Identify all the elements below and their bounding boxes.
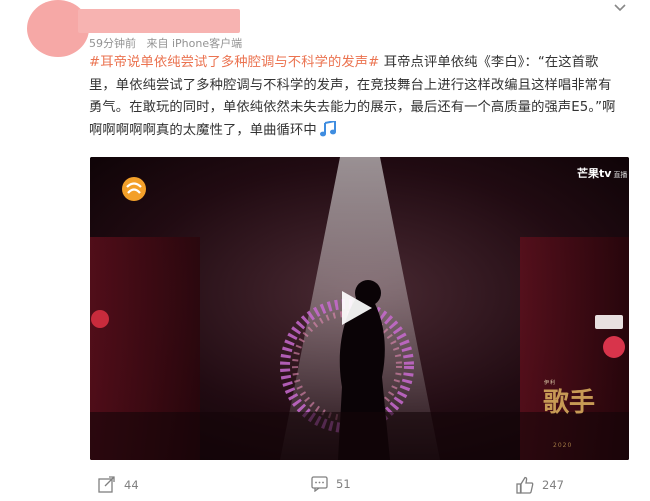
mango-tv-label: 芒果tv	[577, 167, 612, 180]
post-source: 来自 iPhone客户端	[146, 37, 243, 50]
post-meta: 59分钟前 来自 iPhone客户端	[89, 35, 249, 51]
more-icon[interactable]	[612, 2, 628, 14]
like-button[interactable]: 247	[516, 476, 564, 494]
username-redacted[interactable]	[78, 9, 240, 33]
play-icon[interactable]	[340, 289, 374, 327]
mango-tv-watermark: 芒果tv 直播	[577, 165, 627, 181]
forward-button[interactable]: 44	[98, 476, 139, 493]
post-content: #耳帝说单依纯尝试了多种腔调与不科学的发声# 耳帝点评单依纯《李白》：“在这首歌…	[89, 52, 621, 142]
channel-logo-icon	[122, 177, 146, 201]
music-note-icon	[319, 120, 336, 136]
forward-count: 44	[124, 477, 139, 492]
forward-icon	[98, 476, 115, 493]
post-actions: 44 51 247	[0, 476, 650, 500]
hashtag-link[interactable]: #耳帝说单依纯尝试了多种腔调与不科学的发声#	[89, 55, 379, 70]
video-player[interactable]: 芒果tv 直播 伊利 歌手 2020	[90, 157, 629, 460]
comment-count: 51	[336, 477, 351, 491]
show-logo: 歌手	[543, 388, 596, 418]
sponsor-badge: 伊利	[544, 380, 557, 386]
post-time[interactable]: 59分钟前	[89, 37, 136, 50]
mango-tv-sub: 直播	[613, 171, 628, 179]
like-count: 247	[542, 478, 564, 492]
comment-button[interactable]: 51	[311, 476, 351, 492]
show-logo-year: 2020	[553, 442, 573, 449]
like-icon	[516, 476, 534, 494]
comment-icon	[311, 476, 328, 492]
